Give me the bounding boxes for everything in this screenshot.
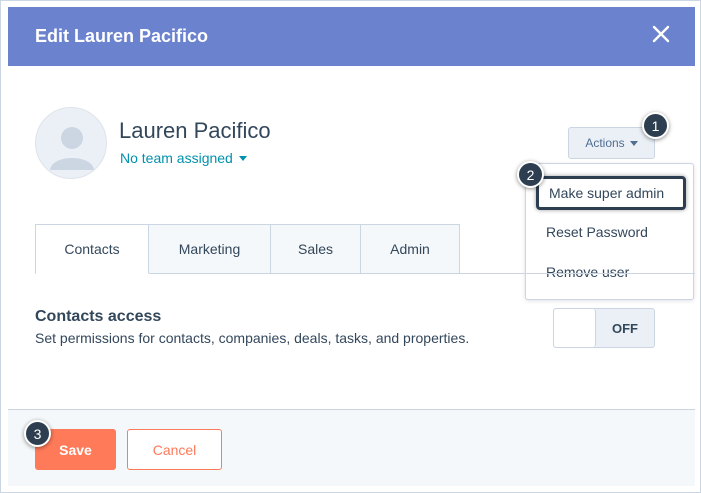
step-badge-1: 1 <box>642 112 669 139</box>
tab-sales[interactable]: Sales <box>271 224 361 274</box>
contacts-access-toggle[interactable]: OFF <box>553 308 655 348</box>
user-name: Lauren Pacifico <box>119 118 271 143</box>
cancel-button[interactable]: Cancel <box>127 429 222 470</box>
menu-item-label: Reset Password <box>546 224 648 240</box>
toggle-state: OFF <box>612 320 638 336</box>
contacts-access-description: Set permissions for contacts, companies,… <box>35 330 470 346</box>
step-badge-3: 3 <box>24 420 51 447</box>
tab-label: Contacts <box>64 241 120 257</box>
close-icon[interactable] <box>649 22 673 46</box>
chevron-down-icon <box>238 155 247 161</box>
menu-item-label: Remove user <box>546 264 630 280</box>
actions-label: Actions <box>585 136 625 150</box>
team-dropdown[interactable]: No team assigned <box>120 150 247 166</box>
dialog-header: Edit Lauren Pacifico <box>8 7 695 66</box>
dialog-title: Edit Lauren Pacifico <box>35 26 209 46</box>
toggle-knob <box>554 309 596 347</box>
tab-label: Sales <box>297 241 334 257</box>
menu-item-label: Make super admin <box>549 185 665 201</box>
actions-button[interactable]: Actions <box>568 127 655 159</box>
menu-item-make-super-admin[interactable]: Make super admin <box>536 176 686 210</box>
chevron-down-icon <box>629 140 638 146</box>
tab-contacts[interactable]: Contacts <box>35 224 149 274</box>
edit-user-dialog: Edit Lauren Pacifico Lauren Pacifico No … <box>0 0 701 493</box>
tabs-divider <box>460 273 695 274</box>
permission-tabs: Contacts Marketing Sales Admin <box>35 224 460 274</box>
tab-label: Marketing <box>178 241 241 257</box>
menu-item-remove-user[interactable]: Remove user <box>526 255 693 289</box>
user-avatar-icon <box>35 107 107 179</box>
tab-label: Admin <box>390 241 430 257</box>
step-badge-2: 2 <box>517 161 544 188</box>
team-label: No team assigned <box>120 150 233 166</box>
menu-item-reset-password[interactable]: Reset Password <box>526 215 693 249</box>
tab-admin[interactable]: Admin <box>361 224 460 274</box>
tab-marketing[interactable]: Marketing <box>149 224 271 274</box>
actions-menu: Make super admin Reset Password Remove u… <box>525 163 694 300</box>
contacts-access-title: Contacts access <box>35 308 162 325</box>
